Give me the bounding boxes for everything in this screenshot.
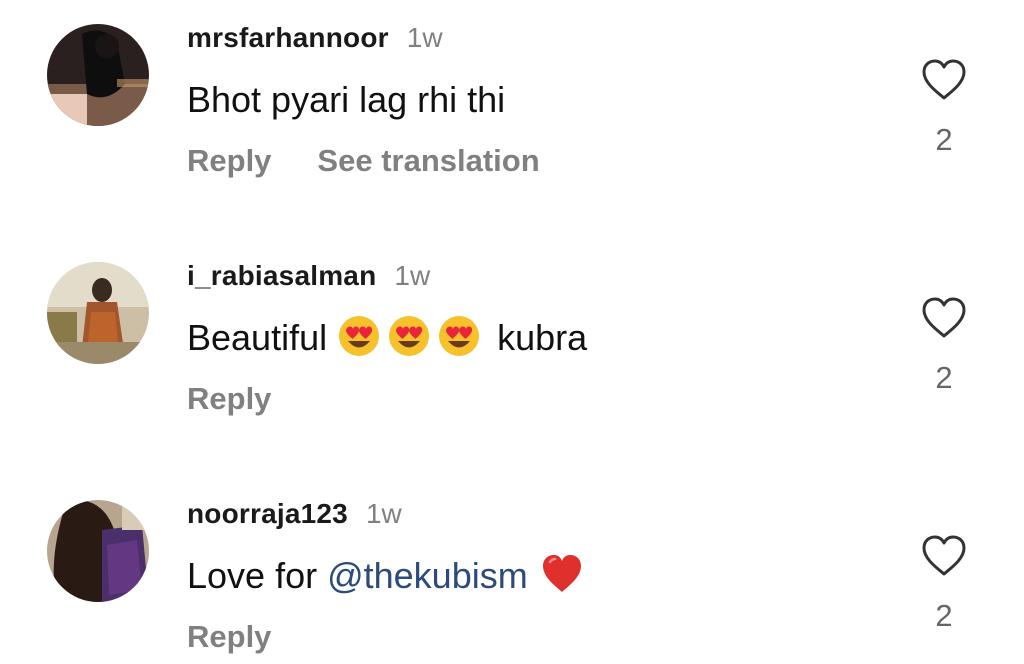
comment-text: Beautiful kubra <box>187 316 587 362</box>
comment-header: i_rabiasalman 1w <box>187 259 430 293</box>
heart-outline-icon[interactable] <box>920 58 968 102</box>
timestamp: 1w <box>365 498 402 529</box>
timestamp: 1w <box>406 22 443 53</box>
like-count: 2 <box>935 122 953 157</box>
comment-item: mrsfarhannoor 1w Bhot pyari lag rhi thi R… <box>0 0 1024 200</box>
heart-eyes-emoji <box>339 316 380 357</box>
heart-eyes-emoji <box>439 316 480 357</box>
comment-item: noorraja123 1w Love for @thekubism Reply … <box>0 476 1024 664</box>
comment-actions: Reply See translation <box>187 141 540 181</box>
comment-text: Love for @thekubism <box>187 554 590 600</box>
reply-button[interactable]: Reply <box>187 619 271 654</box>
username[interactable]: i_rabiasalman <box>187 260 376 291</box>
comment-text-start: Love for <box>187 555 328 596</box>
mention-link[interactable]: @thekubism <box>327 555 528 596</box>
heart-outline-icon[interactable] <box>920 296 968 340</box>
avatar[interactable] <box>47 262 149 364</box>
timestamp: 1w <box>394 260 431 291</box>
red-heart-emoji <box>542 555 581 593</box>
like-count: 2 <box>935 360 953 395</box>
comment-item: i_rabiasalman 1w Beautiful kubra Reply 2 <box>0 238 1024 438</box>
heart-eyes-emoji <box>389 316 430 357</box>
comment-text-end: kubra <box>487 317 588 358</box>
comment-actions: Reply <box>187 379 271 419</box>
username[interactable]: noorraja123 <box>187 498 348 529</box>
reply-button[interactable]: Reply <box>187 381 271 416</box>
heart-outline-icon[interactable] <box>920 534 968 578</box>
username[interactable]: mrsfarhannoor <box>187 22 389 53</box>
comment-text-start: Beautiful <box>187 317 338 358</box>
avatar[interactable] <box>47 500 149 602</box>
comment-text: Bhot pyari lag rhi thi <box>187 79 506 120</box>
comment-actions: Reply <box>187 617 271 657</box>
comment-header: mrsfarhannoor 1w <box>187 21 443 55</box>
avatar[interactable] <box>47 24 149 126</box>
reply-button[interactable]: Reply <box>187 143 271 178</box>
see-translation-button[interactable]: See translation <box>317 143 539 178</box>
like-count: 2 <box>935 598 953 633</box>
comment-header: noorraja123 1w <box>187 497 402 531</box>
